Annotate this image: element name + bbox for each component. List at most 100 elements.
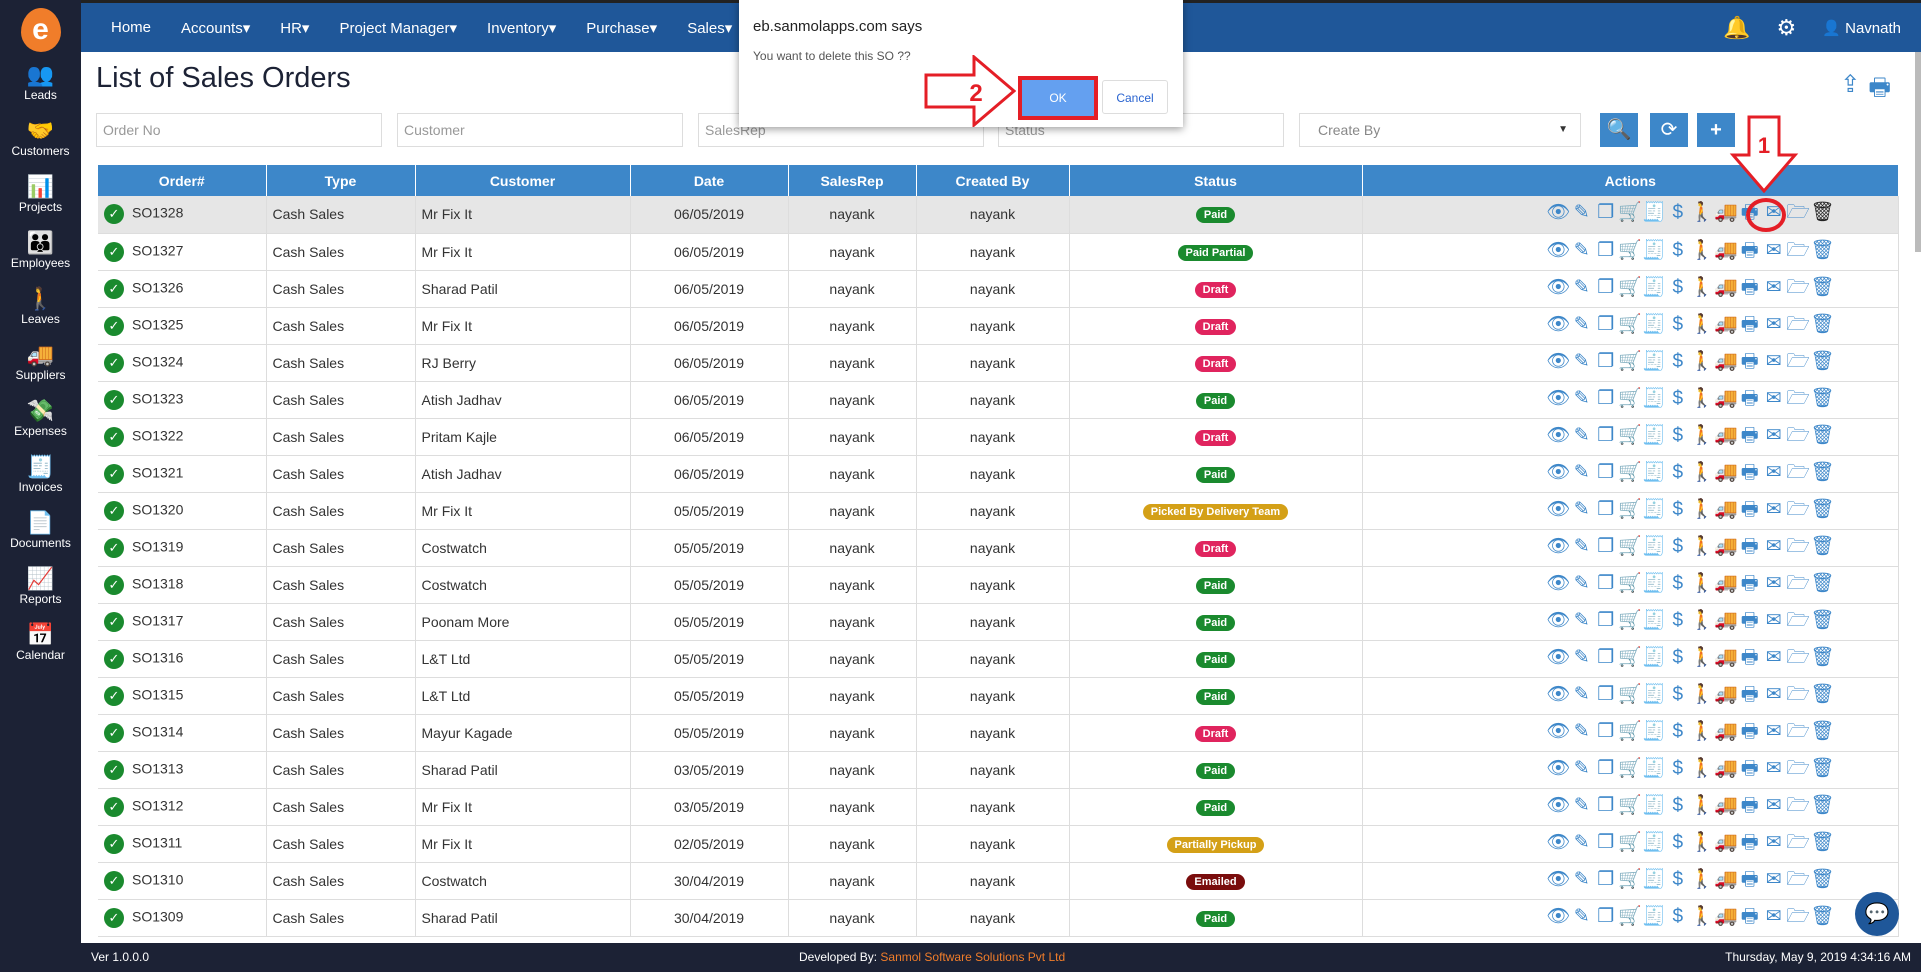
delivery-icon[interactable]: 🚶 (1690, 793, 1714, 817)
sidebar-item-expenses[interactable]: 💸 Expenses (0, 394, 81, 450)
invoice-icon[interactable]: 🧾 (1642, 793, 1666, 817)
payment-icon[interactable]: $ (1666, 684, 1690, 706)
table-row[interactable]: ✓ SO1317 Cash Sales Poonam More 05/05/2019 na… (98, 603, 1899, 641)
copy-icon[interactable]: ❐ (1594, 350, 1618, 373)
view-icon[interactable]: 👁 (1546, 312, 1570, 336)
export-icon[interactable]: ⇪ (1840, 70, 1860, 111)
invoice-icon[interactable]: 🧾 (1642, 497, 1666, 521)
table-row[interactable]: ✓ SO1313 Cash Sales Sharad Patil 03/05/2019 n… (98, 751, 1899, 789)
table-row[interactable]: ✓ SO1322 Cash Sales Pritam Kajle 06/05/2019 n… (98, 418, 1899, 456)
cart-icon[interactable]: 🛒 (1618, 349, 1642, 373)
edit-icon[interactable]: ✎ (1570, 609, 1594, 632)
order-link[interactable]: SO1322 (132, 427, 183, 443)
copy-icon[interactable]: ❐ (1594, 683, 1618, 706)
order-link[interactable]: SO1316 (132, 649, 183, 665)
delivery-icon[interactable]: 🚶 (1690, 312, 1714, 336)
view-icon[interactable]: 👁 (1546, 682, 1570, 706)
truck-icon[interactable]: 🚚 (1714, 275, 1738, 299)
cart-icon[interactable]: 🛒 (1618, 904, 1642, 928)
sidebar-item-leads[interactable]: 👥 Leads (0, 58, 81, 114)
delivery-icon[interactable]: 🚶 (1690, 238, 1714, 262)
payment-icon[interactable]: $ (1666, 906, 1690, 928)
order-no-input[interactable]: Order No (96, 113, 382, 147)
view-icon[interactable]: 👁 (1546, 497, 1570, 521)
chat-button[interactable]: 💬 (1855, 892, 1899, 936)
cancel-button[interactable]: Cancel (1102, 80, 1168, 114)
copy-icon[interactable]: ❐ (1594, 572, 1618, 595)
email-icon[interactable]: ✉ (1762, 831, 1786, 854)
truck-icon[interactable]: 🚚 (1714, 793, 1738, 817)
invoice-icon[interactable]: 🧾 (1642, 719, 1666, 743)
delivery-icon[interactable]: 🚶 (1690, 460, 1714, 484)
table-row[interactable]: ✓ SO1324 Cash Sales RJ Berry 06/05/2019 nayan… (98, 344, 1899, 382)
payment-icon[interactable]: $ (1666, 573, 1690, 595)
truck-icon[interactable]: 🚚 (1714, 756, 1738, 780)
copy-icon[interactable]: ❐ (1594, 239, 1618, 262)
payment-icon[interactable]: $ (1666, 499, 1690, 521)
invoice-icon[interactable]: 🧾 (1642, 386, 1666, 410)
order-link[interactable]: SO1326 (132, 279, 183, 295)
delete-icon[interactable]: 🗑 (1810, 867, 1834, 891)
email-icon[interactable]: ✉ (1762, 276, 1786, 299)
nav-home[interactable]: Home (111, 19, 151, 36)
edit-icon[interactable]: ✎ (1570, 868, 1594, 891)
truck-icon[interactable]: 🚚 (1714, 719, 1738, 743)
folder-icon[interactable]: 🗁 (1786, 310, 1810, 342)
table-row[interactable]: ✓ SO1316 Cash Sales L&T Ltd 05/05/2019 nayank… (98, 640, 1899, 678)
sidebar-item-documents[interactable]: 📄 Documents (0, 506, 81, 562)
invoice-icon[interactable]: 🧾 (1642, 349, 1666, 373)
nav-inventory[interactable]: Inventory▾ (487, 19, 556, 37)
cart-icon[interactable]: 🛒 (1618, 830, 1642, 854)
email-icon[interactable]: ✉ (1762, 239, 1786, 262)
edit-icon[interactable]: ✎ (1570, 239, 1594, 262)
cart-icon[interactable]: 🛒 (1618, 719, 1642, 743)
truck-icon[interactable]: 🚚 (1714, 682, 1738, 706)
folder-icon[interactable]: 🗁 (1786, 458, 1810, 490)
truck-icon[interactable]: 🚚 (1714, 423, 1738, 447)
edit-icon[interactable]: ✎ (1570, 350, 1594, 373)
edit-icon[interactable]: ✎ (1570, 276, 1594, 299)
order-link[interactable]: SO1327 (132, 242, 183, 258)
email-icon[interactable]: ✉ (1762, 757, 1786, 780)
table-row[interactable]: ✓ SO1326 Cash Sales Sharad Patil 06/05/2019 n… (98, 270, 1899, 308)
truck-icon[interactable]: 🚚 (1714, 460, 1738, 484)
print-icon[interactable]: 🖶 (1738, 236, 1762, 268)
developer-link[interactable]: Sanmol Software Solutions Pvt Ltd (880, 950, 1065, 964)
delete-icon[interactable]: 🗑 (1810, 719, 1834, 743)
view-icon[interactable]: 👁 (1546, 238, 1570, 262)
delete-icon[interactable]: 🗑 (1810, 756, 1834, 780)
email-icon[interactable]: ✉ (1762, 794, 1786, 817)
view-icon[interactable]: 👁 (1546, 534, 1570, 558)
payment-icon[interactable]: $ (1666, 351, 1690, 373)
copy-icon[interactable]: ❐ (1594, 831, 1618, 854)
delete-icon[interactable]: 🗑 (1810, 312, 1834, 336)
delivery-icon[interactable]: 🚶 (1690, 200, 1714, 224)
folder-icon[interactable]: 🗁 (1786, 384, 1810, 416)
copy-icon[interactable]: ❐ (1594, 720, 1618, 743)
print-icon[interactable]: 🖶 (1738, 384, 1762, 416)
delete-icon[interactable]: 🗑 (1810, 460, 1834, 484)
invoice-icon[interactable]: 🧾 (1642, 830, 1666, 854)
table-row[interactable]: ✓ SO1321 Cash Sales Atish Jadhav 06/05/2019 n… (98, 455, 1899, 493)
print-icon[interactable]: 🖶 (1738, 273, 1762, 305)
order-link[interactable]: SO1325 (132, 316, 183, 332)
create-by-select[interactable]: Create By ▼ (1299, 113, 1581, 147)
table-row[interactable]: ✓ SO1315 Cash Sales L&T Ltd 05/05/2019 nayank… (98, 677, 1899, 715)
nav-purchase[interactable]: Purchase▾ (586, 19, 657, 37)
cart-icon[interactable]: 🛒 (1618, 238, 1642, 262)
truck-icon[interactable]: 🚚 (1714, 534, 1738, 558)
email-icon[interactable]: ✉ (1762, 905, 1786, 928)
delete-icon[interactable]: 🗑 (1810, 534, 1834, 558)
view-icon[interactable]: 👁 (1546, 571, 1570, 595)
email-icon[interactable]: ✉ (1762, 313, 1786, 336)
folder-icon[interactable]: 🗁 (1786, 347, 1810, 379)
invoice-icon[interactable]: 🧾 (1642, 238, 1666, 262)
payment-icon[interactable]: $ (1666, 647, 1690, 669)
edit-icon[interactable]: ✎ (1570, 757, 1594, 780)
delete-icon[interactable]: 🗑 (1810, 275, 1834, 299)
edit-icon[interactable]: ✎ (1570, 387, 1594, 410)
edit-icon[interactable]: ✎ (1570, 201, 1594, 224)
delivery-icon[interactable]: 🚶 (1690, 830, 1714, 854)
sidebar-item-reports[interactable]: 📈 Reports (0, 562, 81, 618)
cart-icon[interactable]: 🛒 (1618, 423, 1642, 447)
